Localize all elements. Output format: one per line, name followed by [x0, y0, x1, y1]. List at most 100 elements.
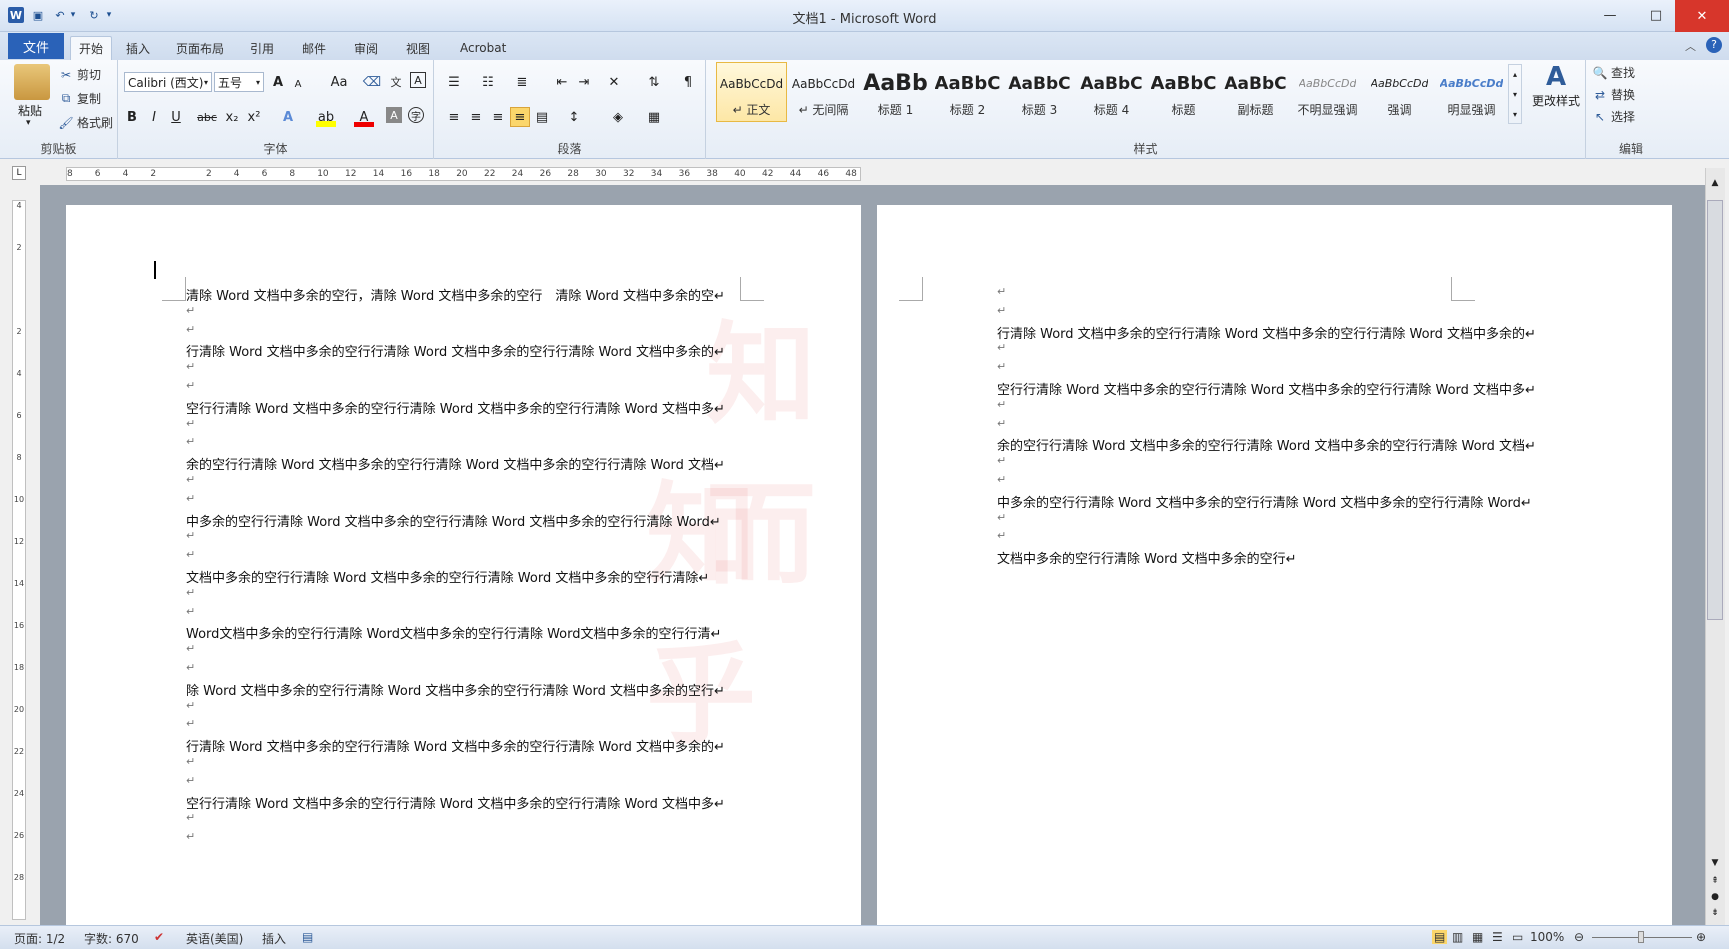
replace-icon[interactable]: ⇄ — [1592, 87, 1608, 103]
text-line[interactable]: Word文档中多余的空行行清除 Word文档中多余的空行行清除 Word文档中多… — [186, 623, 721, 642]
page-1[interactable]: 知 而 知 乎 清除 Word 文档中多余的空行，清除 Word 文档中多余的空… — [66, 205, 861, 940]
text-line[interactable]: 余的空行行清除 Word 文档中多余的空行行清除 Word 文档中多余的空行行清… — [997, 435, 1536, 454]
style-no-spacing[interactable]: AaBbCcDd ↵ 无间隔 — [788, 62, 859, 122]
style-intense-emphasis[interactable]: AaBbCcDd 明显强调 — [1436, 62, 1507, 122]
multilevel-list-icon[interactable]: ≣ — [512, 72, 532, 92]
numbering-icon[interactable]: ☷ — [478, 72, 498, 92]
tab-review[interactable]: 审阅 — [346, 36, 386, 60]
find-button[interactable]: 查找 — [1611, 64, 1635, 81]
strikethrough-button[interactable]: abc — [194, 107, 220, 127]
copy-button[interactable]: 复制 — [77, 90, 101, 107]
italic-button[interactable]: I — [144, 107, 164, 127]
replace-button[interactable]: 替换 — [1611, 86, 1635, 103]
paste-icon[interactable] — [14, 64, 50, 100]
text-line[interactable]: 除 Word 文档中多余的空行行清除 Word 文档中多余的空行行清除 Word… — [186, 680, 725, 699]
scroll-up-icon[interactable]: ▲ — [1707, 178, 1723, 192]
paste-button[interactable]: 粘贴 — [18, 102, 42, 119]
text-line[interactable]: 空行行清除 Word 文档中多余的空行行清除 Word 文档中多余的空行行清除 … — [997, 379, 1536, 398]
tab-selector[interactable]: L — [12, 166, 26, 180]
underline-button[interactable]: U — [166, 107, 186, 127]
text-line[interactable]: 中多余的空行行清除 Word 文档中多余的空行行清除 Word 文档中多余的空行… — [186, 511, 721, 530]
scroll-down-icon[interactable]: ▼ — [1707, 858, 1723, 872]
paste-dropdown-icon[interactable]: ▾ — [26, 118, 31, 128]
style-emphasis[interactable]: AaBbCcDd 强调 — [1364, 62, 1435, 122]
style-heading-4[interactable]: AaBbC 标题 4 — [1076, 62, 1147, 122]
minimize-button[interactable]: — — [1587, 2, 1633, 28]
close-button[interactable]: ✕ — [1675, 0, 1729, 32]
text-line[interactable]: ↵ — [186, 492, 195, 505]
previous-page-icon[interactable]: ⇞ — [1707, 876, 1723, 890]
zoom-in-icon[interactable]: ⊕ — [1696, 930, 1706, 944]
format-painter-icon[interactable]: 🖌 — [58, 115, 74, 131]
phonetic-guide-icon[interactable]: 文 — [386, 72, 406, 92]
text-line[interactable]: ↵ — [186, 548, 195, 561]
decrease-indent-icon[interactable]: ⇤ — [552, 72, 572, 92]
style-heading-3[interactable]: AaBbC 标题 3 — [1004, 62, 1075, 122]
style-subtle-emphasis[interactable]: AaBbCcDd 不明显强调 — [1292, 62, 1363, 122]
text-line[interactable]: ↵ — [186, 379, 195, 392]
text-line[interactable]: ↵ — [186, 774, 195, 787]
style-subtitle[interactable]: AaBbC 副标题 — [1220, 62, 1291, 122]
text-line[interactable]: 空行行清除 Word 文档中多余的空行行清除 Word 文档中多余的空行行清除 … — [186, 793, 725, 812]
character-border-icon[interactable]: A — [410, 72, 426, 88]
language-indicator[interactable]: 英语(美国) — [186, 930, 243, 947]
text-line[interactable]: ↵ — [186, 717, 195, 730]
maximize-button[interactable]: □ — [1633, 2, 1679, 28]
tab-file[interactable]: 文件 — [8, 33, 64, 59]
clear-format-icon[interactable]: ⌫ — [362, 72, 382, 92]
page-count[interactable]: 页面: 1/2 — [14, 930, 65, 947]
align-left-icon[interactable]: ≡ — [444, 107, 464, 127]
collapse-ribbon-icon[interactable]: ︿ — [1685, 38, 1696, 54]
text-line[interactable]: ↵ — [186, 435, 195, 448]
sort-icon[interactable]: ⇅ — [644, 72, 664, 92]
text-line[interactable]: ↵ — [997, 341, 1006, 354]
text-line[interactable]: ↵ — [186, 323, 195, 336]
text-line[interactable]: ↵ — [997, 473, 1006, 486]
line-spacing-icon[interactable]: ↕ — [564, 107, 584, 127]
format-painter-button[interactable]: 格式刷 — [77, 114, 113, 131]
text-line[interactable]: ↵ — [186, 473, 195, 486]
bullets-icon[interactable]: ☰ — [444, 72, 464, 92]
text-line[interactable]: 清除 Word 文档中多余的空行，清除 Word 文档中多余的空行 清除 Wor… — [186, 285, 725, 304]
browse-object-icon[interactable]: ● — [1707, 892, 1723, 906]
style-normal[interactable]: AaBbCcDd ↵ 正文 — [716, 62, 787, 122]
zoom-out-icon[interactable]: ⊖ — [1574, 930, 1584, 944]
text-line[interactable]: 余的空行行清除 Word 文档中多余的空行行清除 Word 文档中多余的空行行清… — [186, 454, 725, 473]
web-layout-icon[interactable]: ▦ — [1472, 930, 1483, 944]
justify-icon[interactable]: ≡ — [510, 107, 530, 127]
text-line[interactable]: ↵ — [997, 398, 1006, 411]
align-center-icon[interactable]: ≡ — [466, 107, 486, 127]
text-line[interactable]: ↵ — [186, 811, 195, 824]
text-line[interactable]: 行清除 Word 文档中多余的空行行清除 Word 文档中多余的空行行清除 Wo… — [186, 341, 725, 360]
help-icon[interactable]: ? — [1706, 37, 1722, 53]
borders-icon[interactable]: ▦ — [644, 107, 664, 127]
styles-scroll[interactable]: ▴ ▾ ▾ — [1508, 64, 1522, 124]
text-line[interactable]: ↵ — [186, 755, 195, 768]
page-2[interactable]: ↵ ↵ 行清除 Word 文档中多余的空行行清除 Word 文档中多余的空行行清除 … — [877, 205, 1672, 940]
macro-record-icon[interactable]: ▤ — [302, 930, 313, 944]
insert-mode[interactable]: 插入 — [262, 930, 286, 947]
horizontal-ruler[interactable]: 8 6 4 2 2 4 6 8 10 12 14 16 18 20 22 24 26 28 30 32 34 36 38 40… — [66, 167, 861, 181]
show-marks-icon[interactable]: ¶ — [678, 72, 698, 92]
text-line[interactable]: ↵ — [186, 642, 195, 655]
text-line[interactable]: ↵ — [186, 699, 195, 712]
text-line[interactable]: ↵ — [997, 529, 1006, 542]
select-button[interactable]: 选择 — [1611, 108, 1635, 125]
subscript-button[interactable]: x₂ — [222, 107, 242, 127]
bold-button[interactable]: B — [122, 107, 142, 127]
shading-icon[interactable]: ◈ — [608, 107, 628, 127]
draft-icon[interactable]: ▭ — [1512, 930, 1523, 944]
text-line[interactable]: 文档中多余的空行行清除 Word 文档中多余的空行↵ — [997, 548, 1297, 567]
text-line[interactable]: ↵ — [997, 360, 1006, 373]
text-line[interactable]: ↵ — [997, 511, 1006, 524]
style-heading-2[interactable]: AaBbC 标题 2 — [932, 62, 1003, 122]
text-line[interactable]: ↵ — [186, 830, 195, 843]
print-layout-icon[interactable]: ▤ — [1432, 930, 1448, 944]
text-line[interactable]: ↵ — [997, 304, 1006, 317]
zoom-level[interactable]: 100% — [1530, 930, 1564, 944]
style-title[interactable]: AaBbC 标题 — [1148, 62, 1219, 122]
shrink-font-button[interactable]: A — [288, 74, 308, 94]
cut-icon[interactable]: ✂ — [58, 67, 74, 83]
scrollbar-thumb[interactable] — [1707, 200, 1723, 620]
enclose-characters-icon[interactable]: 字 — [408, 107, 424, 123]
